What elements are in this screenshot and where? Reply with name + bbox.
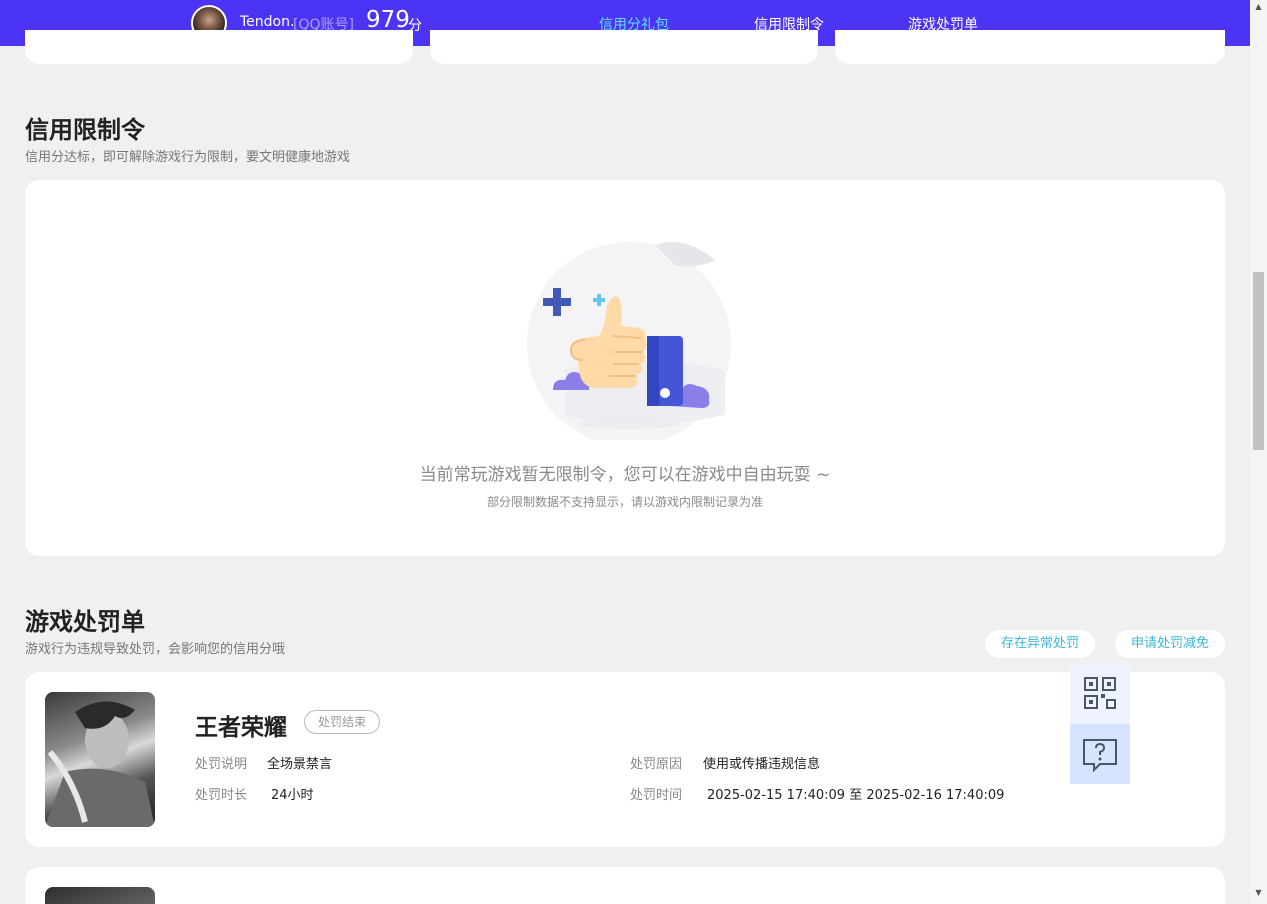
penalty-reason-label: 处罚原因 <box>630 757 683 772</box>
scrollbar[interactable] <box>1250 0 1267 904</box>
appeal-penalty-button[interactable]: 申请处罚减免 <box>1115 630 1225 658</box>
penalty-duration-value: 24小时 <box>271 788 314 803</box>
help-chat-icon <box>1083 739 1117 773</box>
gift-card <box>835 30 1225 64</box>
restriction-card: 当前常玩游戏暂无限制令，您可以在游戏中自由玩耍 ~ 部分限制数据不支持显示，请以… <box>25 180 1225 556</box>
penalty-card <box>25 867 1225 904</box>
qr-code-icon <box>1084 677 1116 709</box>
scroll-down-icon[interactable]: ▼ <box>1250 888 1267 897</box>
penalty-time-value: 2025-02-15 17:40:09 至 2025-02-16 17:40:0… <box>707 788 1005 803</box>
section-title-restriction: 信用限制令 <box>25 116 145 144</box>
empty-state-note: 部分限制数据不支持显示，请以游戏内限制记录为准 <box>486 495 763 509</box>
gift-card <box>25 30 413 64</box>
gift-card <box>430 30 818 64</box>
section-subtitle-penalty: 游戏行为违规导致处罚，会影响您的信用分哦 <box>25 642 286 657</box>
section-subtitle-restriction: 信用分达标，即可解除游戏行为限制，要文明健康地游戏 <box>25 150 351 165</box>
game-icon <box>45 692 155 827</box>
customer-service-button[interactable] <box>1070 724 1130 784</box>
penalty-card: 王者荣耀 处罚结束 处罚说明 全场景禁言 处罚时长 24小时 处罚原因 使用或传… <box>25 672 1225 847</box>
username: Tendon. <box>240 14 295 30</box>
scroll-up-icon[interactable]: ▲ <box>1250 2 1267 11</box>
penalty-reason-value: 使用或传播违规信息 <box>703 757 821 772</box>
penalty-duration-label: 处罚时长 <box>195 788 248 803</box>
abnormal-penalty-button[interactable]: 存在异常处罚 <box>985 630 1095 658</box>
status-badge: 处罚结束 <box>304 710 381 734</box>
game-icon <box>45 887 155 904</box>
section-title-penalty: 游戏处罚单 <box>25 608 145 636</box>
thumbs-up-illustration <box>527 242 731 440</box>
penalty-desc-label: 处罚说明 <box>195 757 248 772</box>
penalty-time-label: 处罚时间 <box>630 788 683 803</box>
empty-state-message: 当前常玩游戏暂无限制令，您可以在游戏中自由玩耍 ~ <box>419 465 831 485</box>
game-name: 王者荣耀 <box>195 715 287 741</box>
penalty-desc-value: 全场景禁言 <box>267 757 333 772</box>
scrollbar-thumb[interactable] <box>1253 272 1264 450</box>
qr-code-button[interactable] <box>1070 664 1130 724</box>
